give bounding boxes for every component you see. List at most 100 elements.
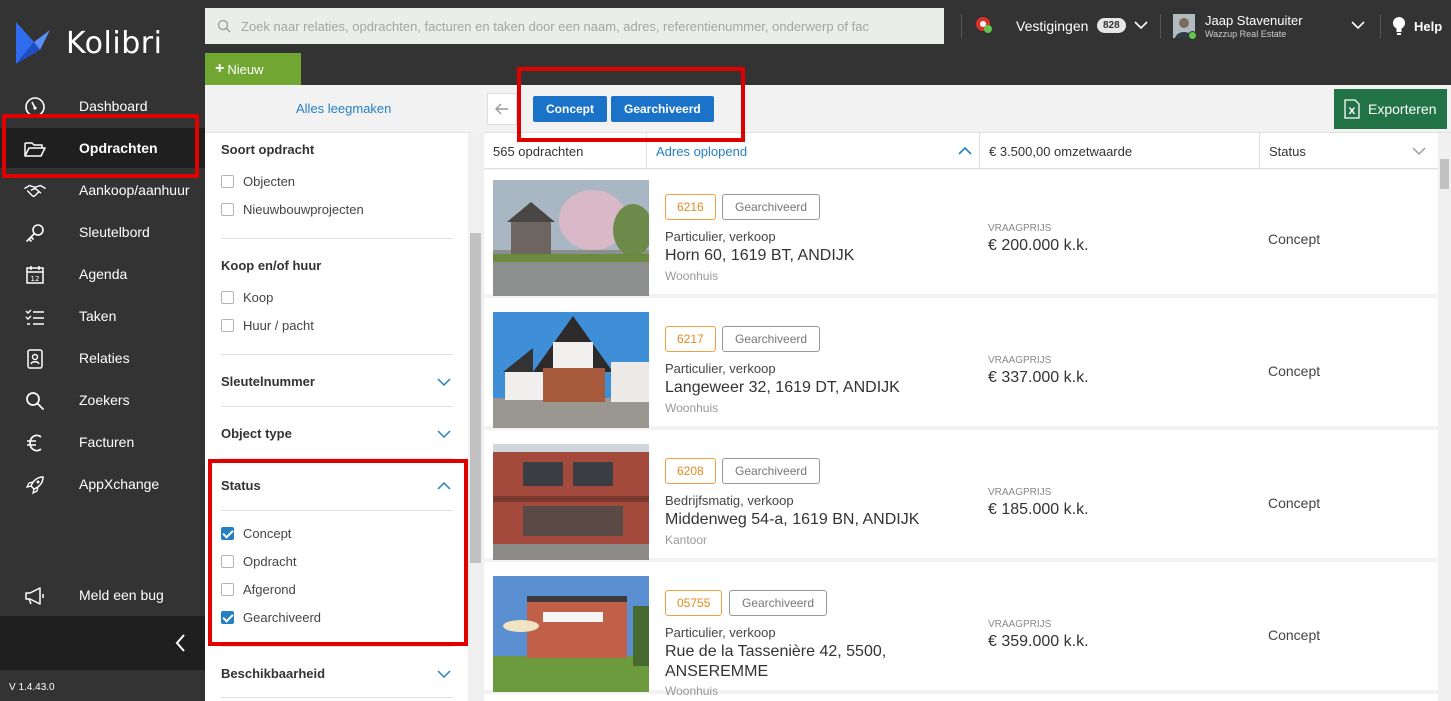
status-column-header[interactable]: Status <box>1260 133 1438 169</box>
checkbox[interactable] <box>221 291 234 304</box>
filter-option-opdracht[interactable]: Opdracht <box>221 554 296 569</box>
checkbox[interactable] <box>221 611 234 624</box>
property-kind: Woonhuis <box>665 684 719 698</box>
sidebar-item-sleutelbord[interactable]: Sleutelbord <box>0 212 205 252</box>
property-photo[interactable] <box>493 312 649 428</box>
assignment-status: Concept <box>1268 495 1321 511</box>
sidebar-item-relaties[interactable]: Relaties <box>0 338 205 378</box>
list-item[interactable]: 6216 Gearchiveerd Particulier, verkoop H… <box>484 170 1438 298</box>
chevron-up-icon[interactable] <box>437 481 451 491</box>
scrollbar-thumb[interactable] <box>470 233 481 563</box>
euro-icon <box>24 432 46 454</box>
export-button[interactable]: X Exporteren <box>1334 89 1447 129</box>
chevron-down-icon <box>1412 147 1426 155</box>
filter-option-koop[interactable]: Koop <box>221 290 273 305</box>
active-filter-concept[interactable]: Concept <box>533 96 607 122</box>
checkbox[interactable] <box>221 583 234 596</box>
user-company: Wazzup Real Estate <box>1205 29 1287 39</box>
user-name[interactable]: Jaap Stavenuiter <box>1205 13 1303 28</box>
sidebar-item-aankoop[interactable]: Aankoop/aanhuur <box>0 170 205 210</box>
checkbox[interactable] <box>221 555 234 568</box>
svg-text:12: 12 <box>31 275 40 283</box>
filter-option-objecten[interactable]: Objecten <box>221 174 295 189</box>
list-scrollbar[interactable] <box>1438 133 1451 701</box>
chevron-down-icon[interactable] <box>1134 20 1148 30</box>
asking-price: € 200.000 k.k. <box>988 237 1089 254</box>
sidebar-item-agenda[interactable]: 12 Agenda <box>0 254 205 294</box>
sidebar-item-facturen[interactable]: Facturen <box>0 422 205 462</box>
list-column-headers: 565 opdrachten Adres oplopend € 3.500,00… <box>484 133 1438 169</box>
search-input[interactable] <box>241 18 931 34</box>
sort-address-header[interactable]: Adres oplopend <box>647 133 980 169</box>
chevron-down-icon[interactable] <box>437 669 451 679</box>
sidebar-item-dashboard[interactable]: Dashboard <box>0 86 205 126</box>
filter-option-gearchiveerd[interactable]: Gearchiveerd <box>221 610 321 625</box>
chevron-down-icon[interactable] <box>437 377 451 387</box>
property-address[interactable]: Rue de la Tassenière 42, 5500, ANSEREMME <box>665 642 925 682</box>
vestigingen-label[interactable]: Vestigingen <box>1016 18 1088 34</box>
property-photo[interactable] <box>493 576 649 692</box>
property-address[interactable]: Middenweg 54-a, 1619 BN, ANDIJK <box>665 510 925 530</box>
folder-open-icon <box>24 138 46 160</box>
asking-price: € 337.000 k.k. <box>988 369 1089 386</box>
filter-title-beschikbaarheid[interactable]: Beschikbaarheid <box>221 666 325 681</box>
filter-option-concept[interactable]: Concept <box>221 526 291 541</box>
price-label: VRAAGPRIJS <box>988 355 1052 366</box>
checkbox[interactable] <box>221 175 234 188</box>
sidebar-item-label: Relaties <box>79 350 130 366</box>
filter-title-sleutelnummer[interactable]: Sleutelnummer <box>221 374 315 389</box>
filter-option-nieuwbouw[interactable]: Nieuwbouwprojecten <box>221 202 364 217</box>
sidebar-item-appxchange[interactable]: AppXchange <box>0 464 205 504</box>
checkbox[interactable] <box>221 319 234 332</box>
checkbox[interactable] <box>221 527 234 540</box>
new-button-label: Nieuw <box>227 61 264 77</box>
sidebar-item-label: AppXchange <box>79 476 160 492</box>
new-button[interactable]: + Nieuw <box>205 53 301 85</box>
checkbox[interactable] <box>221 203 234 216</box>
option-label: Concept <box>243 526 292 541</box>
status-column-label: Status <box>1269 143 1306 159</box>
property-photo[interactable] <box>493 180 649 296</box>
property-address[interactable]: Horn 60, 1619 BT, ANDIJK <box>665 246 925 266</box>
export-label: Exporteren <box>1368 101 1437 117</box>
scrollbar-thumb[interactable] <box>1440 159 1449 189</box>
filter-title-objecttype[interactable]: Object type <box>221 426 292 441</box>
filter-title-status[interactable]: Status <box>221 478 261 493</box>
report-bug-button[interactable]: Meld een bug <box>0 575 205 615</box>
sidebar-item-opdrachten[interactable]: Opdrachten <box>0 128 205 168</box>
chevron-down-icon[interactable] <box>437 429 451 439</box>
sidebar-item-taken[interactable]: Taken <box>0 296 205 336</box>
sidebar-collapse-button[interactable] <box>0 616 205 670</box>
global-search[interactable] <box>205 8 944 44</box>
svg-text:X: X <box>1349 107 1356 117</box>
list-item[interactable]: 05755 Gearchiveerd Particulier, verkoop … <box>484 566 1438 698</box>
divider <box>221 238 453 239</box>
chevron-down-icon[interactable] <box>1351 20 1365 30</box>
help-link[interactable]: Help <box>1414 19 1442 34</box>
filter-scrollbar[interactable] <box>468 133 484 701</box>
arrow-left-icon <box>495 103 508 115</box>
search-icon <box>217 19 231 33</box>
filter-option-huur[interactable]: Huur / pacht <box>221 318 314 333</box>
notification-icon[interactable] <box>974 15 994 35</box>
result-count: 565 opdrachten <box>484 133 647 169</box>
active-filter-gearchiveerd[interactable]: Gearchiveerd <box>611 96 714 122</box>
option-label: Objecten <box>243 174 296 189</box>
sidebar-item-label: Aankoop/aanhuur <box>79 182 190 198</box>
property-address[interactable]: Langeweer 32, 1619 DT, ANDIJK <box>665 378 925 398</box>
top-bar: Vestigingen 828 Jaap Stavenuiter Wazzup … <box>205 0 1451 85</box>
logo[interactable]: Kolibri <box>14 18 162 68</box>
divider <box>961 14 962 38</box>
property-photo[interactable] <box>493 444 649 560</box>
list-item[interactable]: 6208 Gearchiveerd Bedrijfsmatig, verkoop… <box>484 434 1438 562</box>
sidebar-item-zoekers[interactable]: Zoekers <box>0 380 205 420</box>
back-button[interactable] <box>487 93 517 125</box>
filter-option-afgerond[interactable]: Afgerond <box>221 582 296 597</box>
assignment-status: Concept <box>1268 363 1321 379</box>
gauge-icon <box>24 96 46 118</box>
clear-all-filters-link[interactable]: Alles leegmaken <box>296 101 391 116</box>
calendar-icon: 12 <box>24 264 46 286</box>
sidebar: Kolibri Dashboard Opdrachten Aankoop/aan… <box>0 0 205 701</box>
contact-icon <box>24 348 46 370</box>
list-item[interactable]: 6217 Gearchiveerd Particulier, verkoop L… <box>484 302 1438 430</box>
